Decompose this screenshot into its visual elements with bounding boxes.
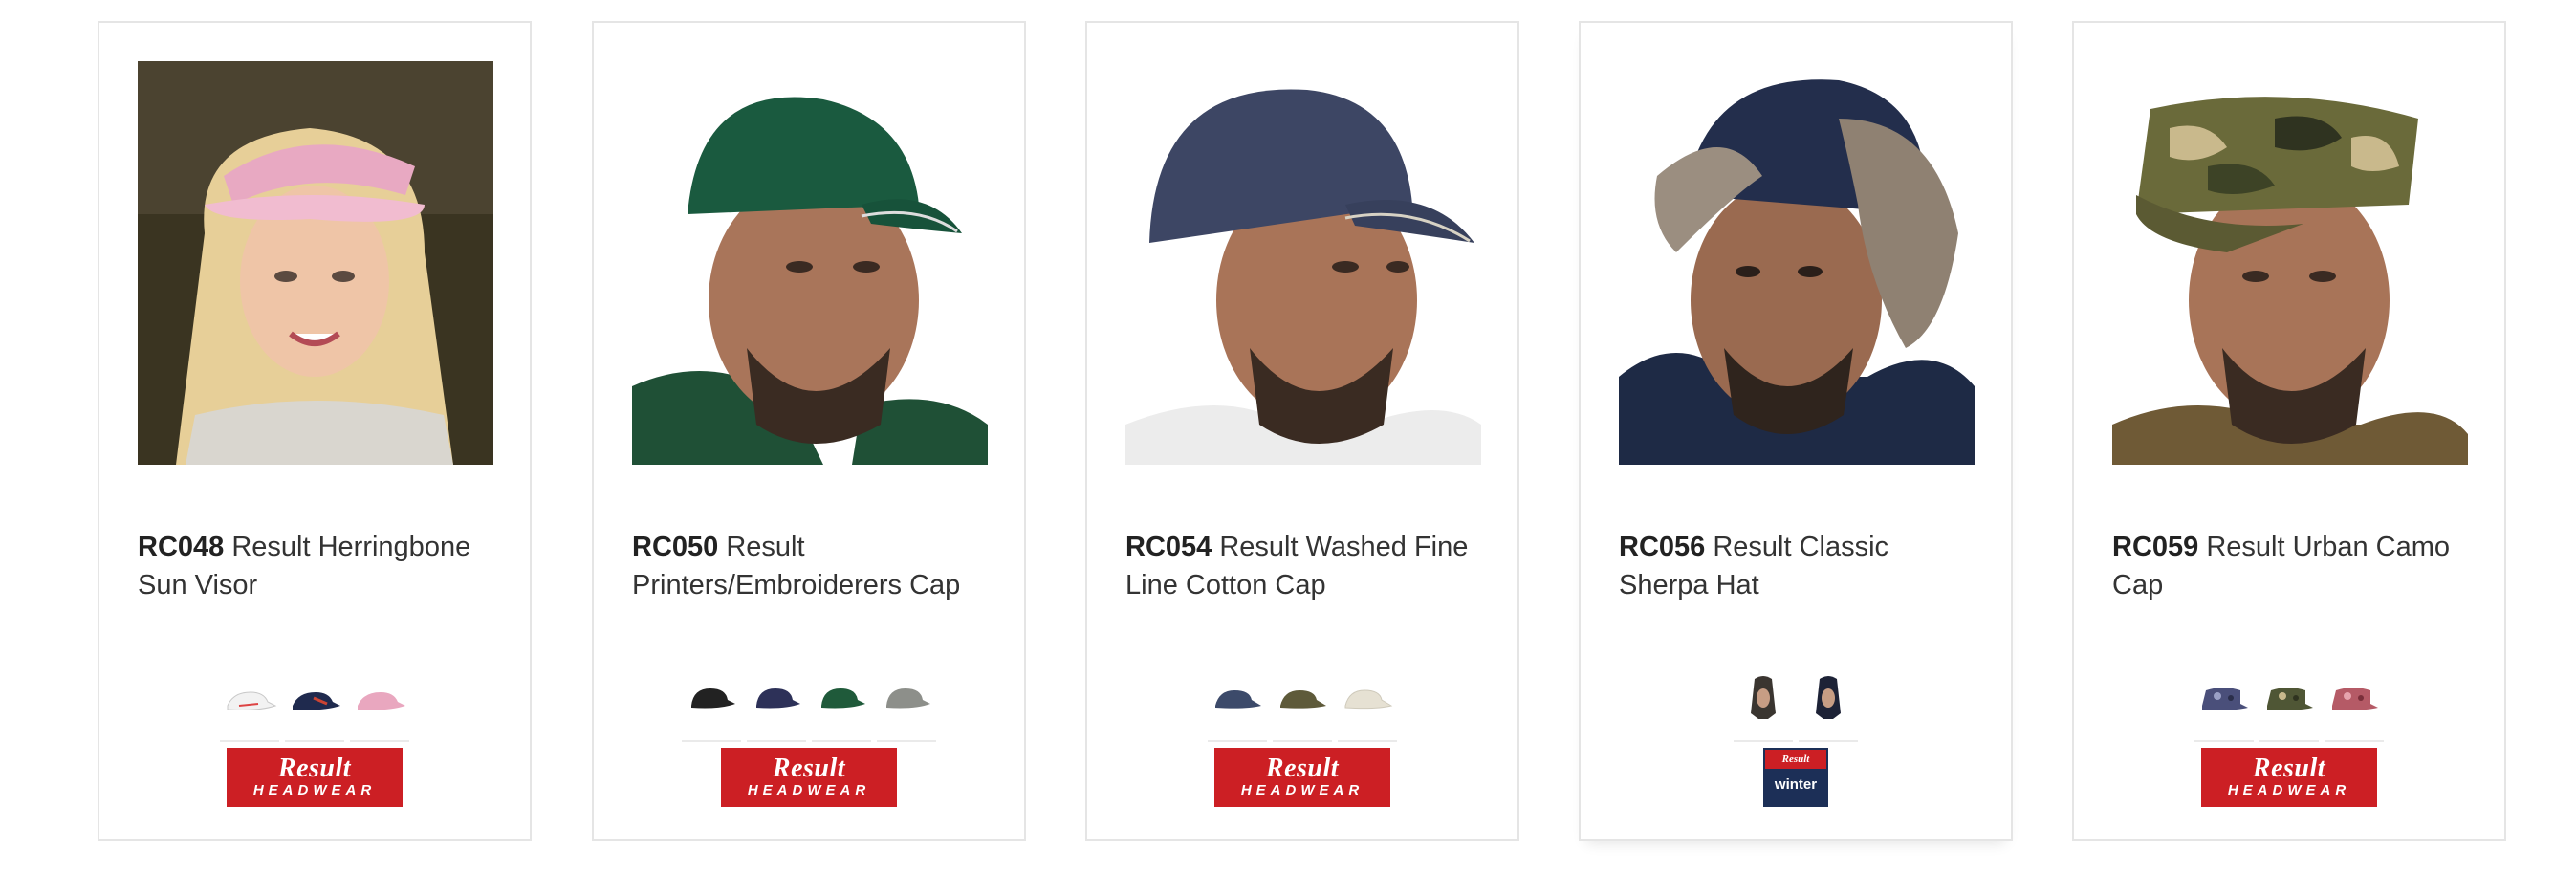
brand-logo[interactable]: Result HEADWEAR bbox=[2201, 748, 2377, 807]
product-code: RC054 bbox=[1125, 532, 1212, 562]
product-code: RC050 bbox=[632, 532, 719, 562]
product-image[interactable] bbox=[2112, 61, 2468, 465]
product-card[interactable]: RC048 Result Herringbone Sun Visor Resul… bbox=[98, 21, 532, 841]
brand-logo-text: Result bbox=[277, 754, 352, 783]
product-card[interactable]: RC050 Result Printers/Embroiderers Cap R… bbox=[592, 21, 1026, 841]
color-swatches bbox=[99, 669, 530, 742]
color-swatch[interactable] bbox=[1208, 669, 1267, 742]
product-title[interactable]: RC050 Result Printers/Embroiderers Cap bbox=[632, 528, 995, 604]
cap-swatch-icon bbox=[1344, 689, 1393, 710]
product-title[interactable]: RC056 Result Classic Sherpa Hat bbox=[1619, 528, 1982, 604]
color-swatch[interactable] bbox=[220, 669, 279, 742]
brand-logo-text: Result bbox=[1765, 750, 1826, 769]
color-swatches bbox=[1581, 669, 2011, 742]
cap-swatch-icon bbox=[227, 691, 277, 710]
product-image[interactable] bbox=[1125, 61, 1481, 465]
brand-logo-text: Result bbox=[2252, 754, 2326, 783]
color-swatch[interactable] bbox=[747, 669, 806, 742]
baseball-cap-photo-icon bbox=[632, 61, 988, 465]
product-code: RC048 bbox=[138, 532, 225, 562]
product-grid: RC048 Result Herringbone Sun Visor Resul… bbox=[0, 0, 2576, 874]
brand-logo-subtext: winter bbox=[1774, 776, 1818, 793]
sherpa-swatch-icon bbox=[1751, 676, 1776, 719]
cap-swatch-icon bbox=[886, 688, 930, 709]
cap-swatch-icon bbox=[1280, 690, 1326, 709]
cap-swatch-icon bbox=[293, 692, 340, 710]
washed-cap-photo-icon bbox=[1125, 61, 1481, 465]
color-swatch[interactable] bbox=[2325, 669, 2384, 742]
brand-logo-text: Result bbox=[1265, 754, 1340, 783]
color-swatches bbox=[594, 669, 1024, 742]
color-swatch[interactable] bbox=[1734, 669, 1793, 742]
cap-swatch-icon bbox=[691, 688, 735, 709]
color-swatch[interactable] bbox=[2194, 669, 2254, 742]
product-card[interactable]: RC059 Result Urban Camo Cap Result HEADW… bbox=[2072, 21, 2506, 841]
product-title[interactable]: RC048 Result Herringbone Sun Visor bbox=[138, 528, 501, 604]
brand-logo-text: Result bbox=[772, 754, 846, 783]
color-swatches bbox=[2074, 669, 2504, 742]
color-swatch[interactable] bbox=[1338, 669, 1397, 742]
product-title[interactable]: RC059 Result Urban Camo Cap bbox=[2112, 528, 2476, 604]
product-card[interactable]: RC054 Result Washed Fine Line Cotton Cap… bbox=[1085, 21, 1519, 841]
color-swatch[interactable] bbox=[1799, 669, 1858, 742]
product-code: RC059 bbox=[2112, 532, 2199, 562]
brand-logo[interactable]: Result HEADWEAR bbox=[1214, 748, 1390, 807]
cap-swatch-icon bbox=[358, 692, 405, 710]
product-card[interactable]: RC056 Result Classic Sherpa Hat Result w… bbox=[1579, 21, 2013, 841]
brand-logo-subtext: HEADWEAR bbox=[252, 782, 377, 798]
brand-logo[interactable]: Result HEADWEAR bbox=[721, 748, 897, 807]
product-code: RC056 bbox=[1619, 532, 1706, 562]
cap-swatch-icon bbox=[2267, 688, 2313, 710]
color-swatch[interactable] bbox=[285, 669, 344, 742]
product-image[interactable] bbox=[1619, 61, 1975, 465]
product-image[interactable] bbox=[138, 61, 493, 465]
brand-logo-subtext: HEADWEAR bbox=[2227, 782, 2351, 798]
color-swatch[interactable] bbox=[1273, 669, 1332, 742]
brand-logo[interactable]: Result winter bbox=[1763, 748, 1828, 807]
product-image[interactable] bbox=[632, 61, 988, 465]
color-swatch[interactable] bbox=[682, 669, 741, 742]
brand-logo-subtext: HEADWEAR bbox=[1240, 782, 1364, 798]
color-swatch[interactable] bbox=[812, 669, 871, 742]
brand-logo-subtext: HEADWEAR bbox=[747, 782, 871, 798]
cap-swatch-icon bbox=[1215, 690, 1261, 709]
camo-cap-photo-icon bbox=[2112, 61, 2468, 465]
sherpa-hat-photo-icon bbox=[1619, 61, 1975, 465]
color-swatch[interactable] bbox=[350, 669, 409, 742]
sun-visor-photo-icon bbox=[138, 61, 493, 465]
color-swatch[interactable] bbox=[877, 669, 936, 742]
color-swatches bbox=[1087, 669, 1517, 742]
product-title[interactable]: RC054 Result Washed Fine Line Cotton Cap bbox=[1125, 528, 1489, 604]
cap-swatch-icon bbox=[756, 688, 800, 709]
cap-swatch-icon bbox=[821, 688, 865, 709]
cap-swatch-icon bbox=[2202, 688, 2248, 710]
brand-logo[interactable]: Result HEADWEAR bbox=[227, 748, 403, 807]
cap-swatch-icon bbox=[2332, 688, 2378, 710]
sherpa-swatch-icon bbox=[1816, 676, 1841, 719]
color-swatch[interactable] bbox=[2259, 669, 2319, 742]
